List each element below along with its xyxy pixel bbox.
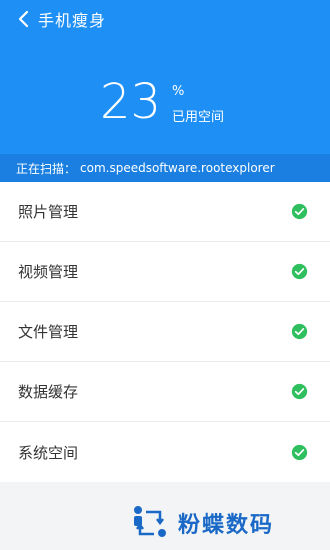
category-list: 照片管理 视频管理 文件管理 数据缓存 系统空间	[0, 182, 330, 482]
list-item-cache[interactable]: 数据缓存	[0, 362, 330, 422]
check-circle-icon	[291, 263, 308, 280]
list-item-videos[interactable]: 视频管理	[0, 242, 330, 302]
list-item-label: 视频管理	[18, 263, 79, 281]
check-circle-icon	[291, 203, 308, 220]
scan-status-bar: 正在扫描： com.speedsoftware.rootexplorer	[0, 154, 330, 182]
watermark-text: 粉蝶数码	[178, 513, 275, 538]
transfer-icon	[134, 506, 166, 537]
back-button[interactable]	[8, 0, 38, 38]
back-arrow-icon	[18, 10, 29, 28]
usage-label: 已用空间	[172, 110, 225, 125]
list-item-label: 文件管理	[18, 323, 79, 341]
scan-target: com.speedsoftware.rootexplorer	[80, 161, 275, 175]
list-item-files[interactable]: 文件管理	[0, 302, 330, 362]
list-item-label: 系统空间	[18, 443, 79, 462]
usage-percent-symbol: %	[172, 84, 185, 99]
header: 手机瘦身 23 % 已用空间 正在扫描： com.speedsoftware.r…	[0, 0, 330, 182]
list-item-system[interactable]: 系统空间	[0, 422, 330, 482]
list-item-photos[interactable]: 照片管理	[0, 182, 330, 242]
top-bar: 手机瘦身	[0, 0, 330, 38]
list-item-label: 照片管理	[18, 203, 79, 221]
scan-prefix: 正在扫描：	[16, 161, 77, 176]
usage-percent-value: 23	[100, 74, 162, 130]
watermark-logo: 粉蝶数码	[130, 498, 320, 548]
check-circle-icon	[291, 323, 308, 340]
usage-display: 23 % 已用空间	[0, 74, 330, 134]
page-title: 手机瘦身	[38, 11, 107, 30]
check-circle-icon	[291, 444, 308, 460]
check-circle-icon	[291, 383, 308, 400]
list-item-label: 数据缓存	[18, 383, 79, 401]
